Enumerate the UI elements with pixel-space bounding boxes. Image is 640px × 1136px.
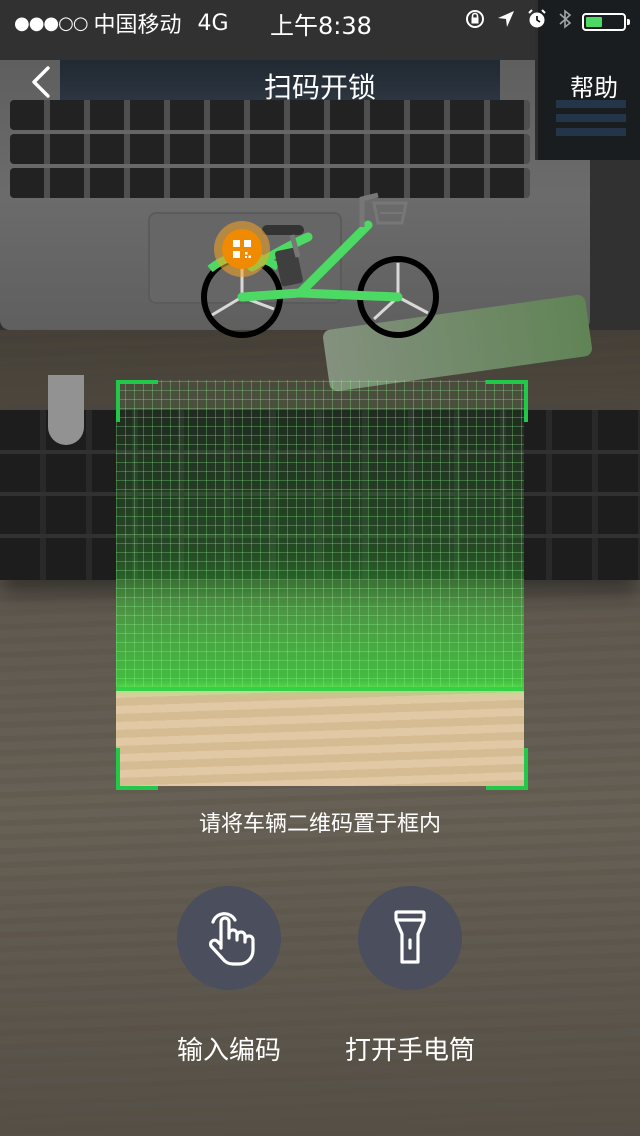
enter-code-button[interactable]: 输入编码 [139,886,319,1067]
bike-illustration [201,192,439,338]
bluetooth-icon [558,8,572,36]
enter-code-label: 输入编码 [176,1036,281,1066]
scan-corner-bottom-left [116,748,158,790]
network-type: 4G [197,10,229,36]
status-time: 上午8:38 [270,12,372,40]
page-title: 扫码开锁 [263,71,376,104]
status-bar: ●●●○○ 中国移动 4G 上午8:38 [0,0,640,40]
carrier-name: 中国移动 [93,13,182,38]
flashlight-icon [394,910,426,964]
location-icon [496,9,516,35]
scan-grid [116,380,524,688]
scan-line [116,687,524,691]
flashlight-button[interactable]: 打开手电筒 [320,886,500,1067]
scan-corner-bottom-right [486,748,528,790]
scan-corner-top-right [486,380,528,422]
flashlight-label: 打开手电筒 [344,1036,475,1066]
scan-viewfinder [116,380,524,786]
nav-bar: 扫码开锁 帮助 [0,40,640,128]
orientation-lock-icon [464,8,486,36]
battery-fill [586,17,603,27]
scan-hint: 请将车辆二维码置于框内 [198,812,441,837]
help-button[interactable]: 帮助 [570,68,618,103]
signal-strength: ●●●○○ [14,12,89,34]
battery-icon [582,13,630,31]
tap-finger-icon [208,912,255,966]
scan-corner-top-left [116,380,158,422]
alarm-icon [526,8,548,36]
